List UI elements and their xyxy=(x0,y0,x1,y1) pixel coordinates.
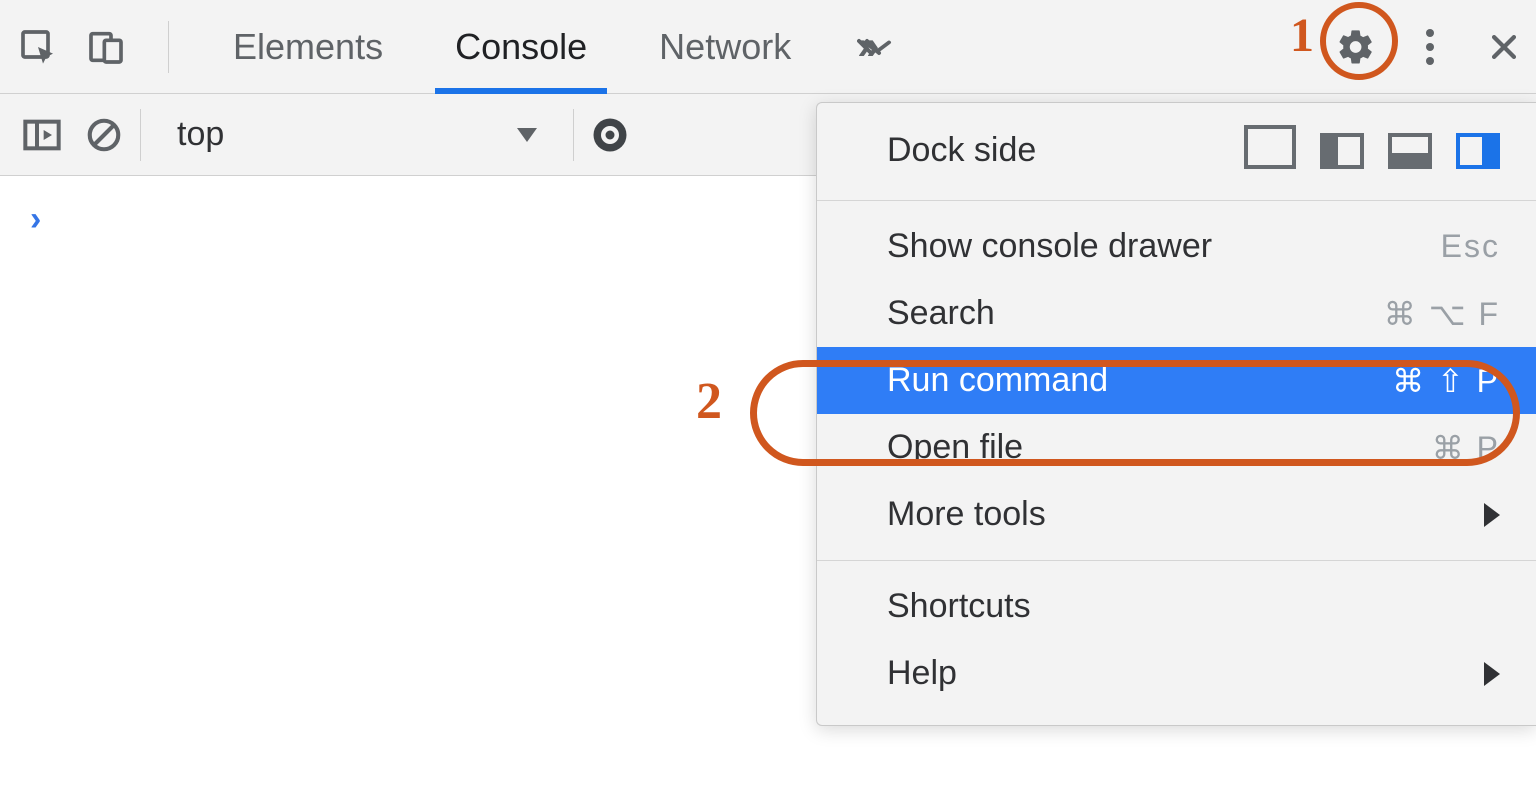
menu-item-open-file[interactable]: Open file ⌘ P xyxy=(817,414,1536,481)
menu-separator xyxy=(817,200,1536,201)
annotation-number-2: 2 xyxy=(696,372,722,431)
menu-item-label: Run command xyxy=(887,361,1108,400)
panel-tabs: Elements Console Network » xyxy=(197,0,909,93)
submenu-arrow-icon xyxy=(1484,503,1500,527)
divider xyxy=(168,21,169,73)
menu-item-label: Show console drawer xyxy=(887,227,1212,266)
menu-item-label: Shortcuts xyxy=(887,587,1031,626)
context-selector[interactable]: top xyxy=(157,115,557,154)
toolbar-left-icons xyxy=(18,27,160,67)
sidebar-toggle-icon[interactable] xyxy=(22,115,62,155)
divider xyxy=(573,109,574,161)
menu-item-search[interactable]: Search ⌘ ⌥ F xyxy=(817,280,1536,347)
divider xyxy=(140,109,141,161)
menu-item-label: Open file xyxy=(887,428,1023,467)
dock-side-row: Dock side xyxy=(817,121,1536,188)
chevron-down-icon xyxy=(517,128,537,142)
more-options-icon[interactable] xyxy=(1410,27,1450,67)
options-menu: Dock side Show console drawer Esc Search… xyxy=(816,102,1536,726)
console-prompt: › xyxy=(30,200,41,238)
tab-elements[interactable]: Elements xyxy=(197,0,419,93)
menu-separator xyxy=(817,560,1536,561)
submenu-arrow-icon xyxy=(1484,662,1500,686)
dock-side-label: Dock side xyxy=(887,131,1036,170)
menu-item-shortcut: ⌘ ⌥ F xyxy=(1384,295,1500,333)
menu-item-help[interactable]: Help xyxy=(817,640,1536,707)
filter-icon[interactable] xyxy=(590,115,630,155)
menu-item-run-command[interactable]: Run command ⌘ ⇧ P xyxy=(817,347,1536,414)
menu-item-shortcut: Esc xyxy=(1441,228,1500,265)
device-toggle-icon[interactable] xyxy=(86,27,126,67)
dock-right-icon[interactable] xyxy=(1456,133,1500,169)
tabs-overflow-icon[interactable]: » xyxy=(827,0,909,93)
tab-network[interactable]: Network xyxy=(623,0,827,93)
menu-item-label: More tools xyxy=(887,495,1046,534)
menu-item-label: Help xyxy=(887,654,957,693)
inspect-element-icon[interactable] xyxy=(18,27,58,67)
settings-icon[interactable] xyxy=(1336,27,1376,67)
menu-item-label: Search xyxy=(887,294,995,333)
context-label: top xyxy=(177,115,224,154)
menu-item-shortcut: ⌘ P xyxy=(1432,429,1500,467)
menu-item-shortcut: ⌘ ⇧ P xyxy=(1392,362,1500,400)
dock-bottom-icon[interactable] xyxy=(1388,133,1432,169)
menu-item-shortcuts[interactable]: Shortcuts xyxy=(817,573,1536,640)
menu-item-show-console-drawer[interactable]: Show console drawer Esc xyxy=(817,213,1536,280)
annotation-number-1: 1 xyxy=(1290,8,1314,63)
dock-left-icon[interactable] xyxy=(1320,133,1364,169)
dock-undock-icon[interactable] xyxy=(1252,133,1296,169)
close-icon[interactable] xyxy=(1484,27,1524,67)
tab-console[interactable]: Console xyxy=(419,0,623,93)
dock-icons xyxy=(1252,133,1500,169)
toolbar-right-icons xyxy=(1336,27,1524,67)
menu-item-more-tools[interactable]: More tools xyxy=(817,481,1536,548)
clear-console-icon[interactable] xyxy=(84,115,124,155)
